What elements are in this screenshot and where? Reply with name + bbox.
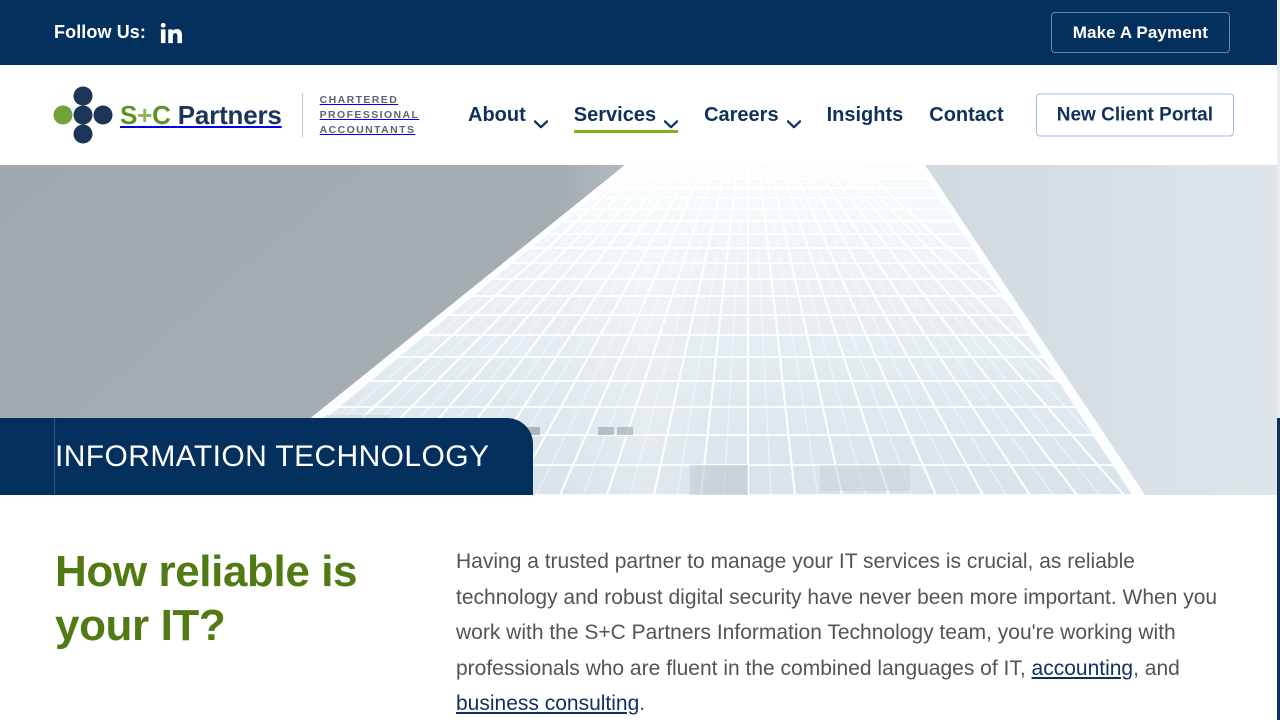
tagline-line-1: CHARTERED <box>319 93 399 106</box>
linkedin-icon[interactable] <box>160 22 182 44</box>
nav-label-careers: Careers <box>704 103 779 126</box>
hero-title-banner: INFORMATION TECHNOLOGY <box>0 418 533 495</box>
nav-item-services[interactable]: Services <box>561 94 691 136</box>
nav-label-contact: Contact <box>929 103 1004 126</box>
hero-banner: INFORMATION TECHNOLOGY <box>0 165 1280 495</box>
make-a-payment-button[interactable]: Make A Payment <box>1050 12 1230 53</box>
follow-us-label: Follow Us: <box>54 22 146 42</box>
nav-item-about[interactable]: About <box>455 94 561 136</box>
accounting-link[interactable]: accounting <box>1032 657 1134 680</box>
hero-banner-divider <box>54 418 55 495</box>
follow-us-group: Follow Us: <box>54 22 182 44</box>
top-utility-bar: Follow Us: Make A Payment <box>0 0 1280 65</box>
nav-item-careers[interactable]: Careers <box>691 94 814 136</box>
active-nav-underline <box>573 130 679 133</box>
new-client-portal-button[interactable]: New Client Portal <box>1035 93 1234 137</box>
logo-tagline: CHARTERED PROFESSIONAL ACCOUNTANTS <box>320 93 420 138</box>
five-dot-cross-logo-icon <box>52 86 114 144</box>
business-consulting-link[interactable]: business consulting <box>456 692 639 715</box>
chevron-down-icon <box>786 112 801 129</box>
nav-label-services: Services <box>573 103 657 126</box>
intro-paragraph: Having a trusted partner to manage your … <box>456 544 1231 722</box>
main-content: How reliable is your IT? Having a truste… <box>0 495 1280 720</box>
chevron-down-icon <box>663 112 679 129</box>
section-heading: How reliable is your IT? <box>55 547 358 650</box>
nav-label-about: About <box>468 103 526 126</box>
tagline-line-3: ACCOUNTANTS <box>319 123 416 136</box>
paragraph-text-part-2: , and <box>1133 656 1180 680</box>
nav-label-insights: Insights <box>826 103 904 126</box>
nav-item-insights[interactable]: Insights <box>814 94 917 136</box>
primary-navigation: About Services Careers Insights Contact <box>455 94 1017 136</box>
tagline-line-2: PROFESSIONAL <box>319 108 420 121</box>
nav-item-contact[interactable]: Contact <box>916 94 1016 136</box>
site-header: S+C Partners CHARTERED PROFESSIONAL ACCO… <box>0 65 1280 165</box>
page-title: INFORMATION TECHNOLOGY <box>55 439 490 473</box>
logo-divider <box>301 93 303 137</box>
paragraph-text-part-3: . <box>639 692 646 715</box>
site-logo[interactable]: S+C Partners CHARTERED PROFESSIONAL ACCO… <box>52 85 419 145</box>
logo-wordmark: S+C Partners <box>120 99 282 130</box>
chevron-down-icon <box>533 112 548 129</box>
